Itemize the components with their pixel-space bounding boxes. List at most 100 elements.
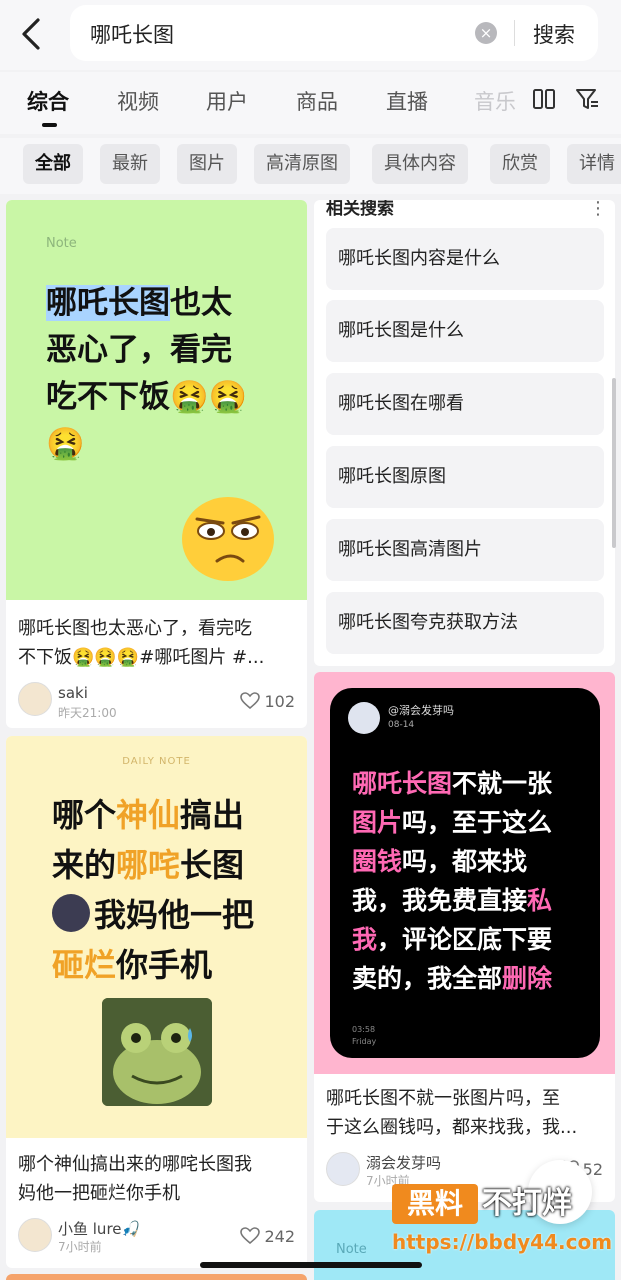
tab-comprehensive[interactable]: 综合 bbox=[27, 86, 69, 116]
highlight-text: 哪吒长图 bbox=[46, 285, 170, 321]
text-fragment: 神仙 bbox=[116, 796, 181, 834]
post-time: 昨天21:00 bbox=[58, 706, 117, 720]
chip-hd-original[interactable]: 高清原图 bbox=[254, 144, 350, 184]
search-divider bbox=[514, 20, 515, 46]
text-fragment: 吗，至于这么 bbox=[402, 808, 553, 837]
author-name[interactable]: 小鱼 lure🎣 bbox=[58, 1218, 140, 1239]
note-title: 哪吒长图不就一张图片吗，至 于这么圈钱吗，都来找我，我... bbox=[326, 1088, 578, 1138]
phone-username: @溺会发芽吗 bbox=[388, 704, 454, 717]
note-image: @溺会发芽吗 08-14 哪吒长图不就一张 图片吗，至于这么 圈钱吗，都来找 我… bbox=[314, 672, 615, 1074]
avatar[interactable] bbox=[18, 682, 52, 716]
text-fragment: 我，我免费直接 bbox=[352, 886, 528, 915]
heart-icon bbox=[240, 692, 261, 710]
text-fragment: 图片 bbox=[352, 808, 403, 837]
tab-video[interactable]: 视频 bbox=[117, 86, 159, 116]
chip-appreciate[interactable]: 欣赏 bbox=[490, 144, 550, 184]
heart-icon bbox=[240, 1227, 261, 1245]
phone-date: 08-14 bbox=[388, 720, 415, 730]
related-search-item[interactable]: 哪吒长图高清图片 bbox=[326, 519, 604, 581]
text-fragment: 我 bbox=[352, 925, 378, 954]
scrollbar[interactable] bbox=[612, 378, 616, 548]
tab-underline bbox=[42, 123, 57, 127]
layout-toggle-icon[interactable] bbox=[531, 86, 557, 112]
author-name[interactable]: saki bbox=[58, 684, 88, 702]
note-image-text: 哪吒长图不就一张 图片吗，至于这么 圈钱吗，都来找 我，我免费直接私 我，评论区… bbox=[352, 764, 552, 998]
note-card[interactable]: @溺会发芽吗 08-14 哪吒长图不就一张 图片吗，至于这么 圈钱吗，都来找 我… bbox=[314, 672, 615, 1202]
search-input[interactable]: 哪吒长图 × 搜索 bbox=[70, 5, 598, 61]
like-count: 242 bbox=[264, 1227, 295, 1246]
text-fragment: 哪个 bbox=[52, 796, 117, 834]
phone-day: Friday bbox=[352, 1037, 377, 1046]
related-search-item[interactable]: 哪吒长图原图 bbox=[326, 446, 604, 508]
like-count: 102 bbox=[264, 692, 295, 711]
chevron-left-icon bbox=[22, 18, 40, 50]
text-fragment: 私 bbox=[527, 886, 553, 915]
related-search-item[interactable]: 哪吒长图在哪看 bbox=[326, 373, 604, 435]
note-title: 哪吒长图也太恶心了，看完吃 不下饭🤮🤮🤮#哪吒图片 #... bbox=[18, 618, 265, 668]
more-icon[interactable]: ⋮ bbox=[589, 200, 607, 219]
note-card[interactable]: Note 哪吒长图也太 恶心了，看完 吃不下饭🤮🤮 🤮 哪吒长图也太恶心了，看完… bbox=[6, 200, 307, 728]
text-fragment: ，评论区底下要 bbox=[377, 925, 553, 954]
search-query[interactable]: 哪吒长图 bbox=[90, 19, 174, 49]
frog-meme-image bbox=[102, 998, 212, 1106]
chip-details[interactable]: 详情 bbox=[567, 144, 621, 184]
filter-chips: 全部 最新 图片 高清原图 具体内容 欣赏 详情 bbox=[0, 138, 621, 194]
tab-user[interactable]: 用户 bbox=[206, 86, 248, 116]
note-card[interactable] bbox=[6, 1274, 307, 1280]
note-image: Note 哪吒长图也太 恶心了，看完 吃不下饭🤮🤮 🤮 bbox=[6, 200, 307, 600]
chip-content[interactable]: 具体内容 bbox=[372, 144, 468, 184]
text-fragment: 删除 bbox=[502, 964, 553, 993]
back-button[interactable] bbox=[14, 14, 50, 54]
chip-images[interactable]: 图片 bbox=[177, 144, 237, 184]
avatar bbox=[348, 702, 380, 734]
note-card[interactable]: DAILY NOTE 哪个神仙搞出 来的哪咤长图 我妈他一把 砸烂你手机 哪个神… bbox=[6, 736, 307, 1268]
like-button[interactable]: 242 bbox=[240, 1227, 295, 1246]
related-searches-title: 相关搜索 bbox=[326, 200, 394, 219]
phone-screenshot: @溺会发芽吗 08-14 哪吒长图不就一张 图片吗，至于这么 圈钱吗，都来找 我… bbox=[330, 688, 600, 1058]
text-fragment: 你手机 bbox=[116, 946, 213, 984]
filter-icon[interactable] bbox=[574, 86, 600, 112]
tab-bar: 综合 视频 用户 商品 直播 音乐 bbox=[0, 72, 621, 134]
note-image: DAILY NOTE 哪个神仙搞出 来的哪咤长图 我妈他一把 砸烂你手机 bbox=[6, 736, 307, 1138]
note-image-text: 哪吒长图也太 恶心了，看完 吃不下饭🤮🤮 🤮 bbox=[46, 280, 247, 468]
text-fragment: 我妈他一把 bbox=[94, 896, 255, 934]
moon-face-icon bbox=[52, 894, 90, 932]
tab-goods[interactable]: 商品 bbox=[296, 86, 338, 116]
home-indicator[interactable] bbox=[200, 1262, 422, 1268]
watermark: 黑料 不打烊 https://bbdy44.com bbox=[386, 1180, 618, 1264]
watermark-brand-a: 黑料 bbox=[392, 1184, 478, 1224]
clear-icon[interactable]: × bbox=[475, 22, 497, 44]
related-search-item[interactable]: 哪吒长图是什么 bbox=[326, 300, 604, 362]
text-fragment: 吗，都来找 bbox=[402, 847, 528, 876]
watermark-url: https://bbdy44.com bbox=[392, 1230, 613, 1254]
text-fragment: 长图 bbox=[180, 846, 245, 884]
author-name[interactable]: 溺会发芽吗 bbox=[366, 1152, 441, 1173]
feed: Note 哪吒长图也太 恶心了，看完 吃不下饭🤮🤮 🤮 哪吒长图也太恶心了，看完… bbox=[0, 196, 621, 1280]
text-fragment: 卖的，我全部 bbox=[352, 964, 503, 993]
post-time: 7小时前 bbox=[58, 1240, 102, 1254]
phone-time: 03:58 bbox=[352, 1025, 376, 1034]
text-fragment: 搞出 bbox=[180, 796, 245, 834]
text-fragment: 圈钱 bbox=[352, 847, 403, 876]
avatar[interactable] bbox=[326, 1152, 360, 1186]
text-fragment: 哪吒长图 bbox=[352, 769, 453, 798]
note-image-text: 哪个神仙搞出 来的哪咤长图 我妈他一把 砸烂你手机 bbox=[52, 790, 254, 990]
like-button[interactable]: 102 bbox=[240, 692, 295, 711]
note-title: 哪个神仙搞出来的哪咤长图我 妈他一把砸烂你手机 bbox=[18, 1154, 252, 1204]
watermark-brand-b: 不打烊 bbox=[482, 1186, 572, 1221]
avatar[interactable] bbox=[18, 1218, 52, 1252]
search-button[interactable]: 搜索 bbox=[533, 19, 575, 49]
text-fragment: 不就一张 bbox=[452, 769, 553, 798]
chip-latest[interactable]: 最新 bbox=[100, 144, 160, 184]
smirk-emoji-icon bbox=[182, 497, 274, 581]
tab-music[interactable]: 音乐 bbox=[474, 86, 516, 116]
related-search-item[interactable]: 哪吒长图夸克获取方法 bbox=[326, 592, 604, 654]
chip-all[interactable]: 全部 bbox=[23, 144, 83, 184]
note-label: DAILY NOTE bbox=[122, 756, 191, 767]
text-fragment: 砸烂 bbox=[52, 946, 117, 984]
tab-live[interactable]: 直播 bbox=[386, 86, 428, 116]
text-fragment: 哪咤 bbox=[116, 846, 181, 884]
note-label: Note bbox=[46, 236, 77, 251]
related-search-item[interactable]: 哪吒长图内容是什么 bbox=[326, 228, 604, 290]
related-searches-card: 相关搜索 ⋮ 哪吒长图内容是什么 哪吒长图是什么 哪吒长图在哪看 哪吒长图原图 … bbox=[314, 200, 615, 666]
